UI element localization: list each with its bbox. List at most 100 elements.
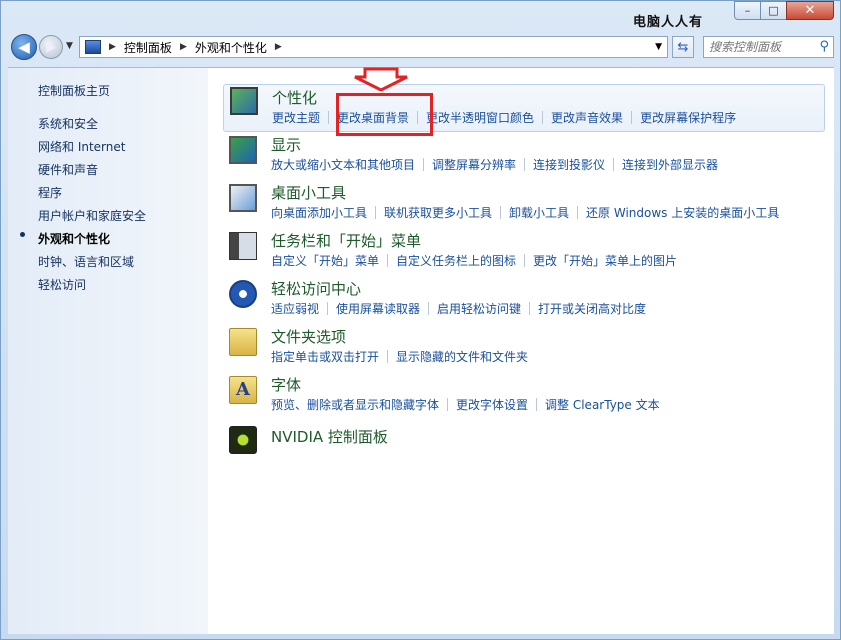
control-panel-icon <box>85 40 101 54</box>
link-divider <box>529 302 531 315</box>
category-title[interactable]: 任务栏和「开始」菜单 <box>271 230 421 251</box>
category-ease-of-access: 轻松访问中心 适应弱视 使用屏幕读取器 启用轻松访问键 打开或关闭高对比度 <box>223 278 823 322</box>
ease-of-access-icon <box>229 280 257 308</box>
category-nvidia: NVIDIA 控制面板 <box>223 424 823 456</box>
link-taskbar-icons[interactable]: 自定义任务栏上的图标 <box>396 252 516 269</box>
back-button[interactable]: ◀ <box>11 34 37 60</box>
category-title[interactable]: 显示 <box>271 134 301 155</box>
link-divider <box>387 254 389 267</box>
link-show-hidden-files[interactable]: 显示隐藏的文件和文件夹 <box>396 348 528 365</box>
taskbar-icon <box>229 232 257 260</box>
maximize-icon: □ <box>768 4 779 17</box>
annotation-arrow <box>354 67 408 91</box>
breadcrumb-appearance[interactable]: 外观和个性化 <box>195 39 267 56</box>
sidebar-item-system-security[interactable]: 系统和安全 <box>38 115 98 132</box>
display-icon <box>229 136 257 164</box>
breadcrumb-separator-icon[interactable]: ▶ <box>180 42 187 52</box>
link-divider <box>536 398 538 411</box>
sidebar-item-clock-language[interactable]: 时钟、语言和区域 <box>38 253 134 270</box>
link-high-contrast[interactable]: 打开或关闭高对比度 <box>538 300 646 317</box>
link-window-color[interactable]: 更改半透明窗口颜色 <box>426 109 534 126</box>
sidebar-item-ease-of-access[interactable]: 轻松访问 <box>38 276 86 293</box>
category-personalization: 个性化 更改主题 更改桌面背景 更改半透明窗口颜色 更改声音效果 更改屏幕保护程… <box>223 84 825 132</box>
link-projector[interactable]: 连接到投影仪 <box>533 156 605 173</box>
annotation-highlight-box <box>336 93 433 136</box>
sidebar-item-hardware-sound[interactable]: 硬件和声音 <box>38 161 98 178</box>
control-panel-window: 电脑人人有 – □ ✕ ◀ ▶ ▼ ▶ 控制面板 ▶ 外观和个性化 ▶ ▼ ⇆ … <box>0 0 841 640</box>
link-divider <box>613 158 615 171</box>
breadcrumb-control-panel[interactable]: 控制面板 <box>124 39 172 56</box>
close-button[interactable]: ✕ <box>786 1 834 20</box>
link-start-menu-picture[interactable]: 更改「开始」菜单上的图片 <box>533 252 677 269</box>
minimize-icon: – <box>744 4 751 17</box>
link-add-gadgets[interactable]: 向桌面添加小工具 <box>271 204 367 221</box>
close-icon: ✕ <box>804 3 816 18</box>
main-panel: 个性化 更改主题 更改桌面背景 更改半透明窗口颜色 更改声音效果 更改屏幕保护程… <box>208 67 834 634</box>
link-divider <box>500 206 502 219</box>
forward-button[interactable]: ▶ <box>39 35 63 59</box>
category-title[interactable]: NVIDIA 控制面板 <box>271 426 388 447</box>
history-dropdown-icon[interactable]: ▼ <box>66 41 73 51</box>
category-title[interactable]: 轻松访问中心 <box>271 278 361 299</box>
link-uninstall-gadget[interactable]: 卸载小工具 <box>509 204 569 221</box>
address-bar[interactable]: ▶ 控制面板 ▶ 外观和个性化 ▶ ▼ <box>79 36 668 58</box>
link-preview-fonts[interactable]: 预览、删除或者显示和隐藏字体 <box>271 396 439 413</box>
link-get-more-gadgets[interactable]: 联机获取更多小工具 <box>384 204 492 221</box>
search-input[interactable] <box>704 37 817 57</box>
left-navigation: 控制面板主页 系统和安全 网络和 Internet 硬件和声音 程序 用户帐户和… <box>8 68 208 634</box>
link-external-display[interactable]: 连接到外部显示器 <box>622 156 718 173</box>
search-box[interactable]: ⚲ <box>703 36 834 58</box>
sidebar-item-appearance[interactable]: 外观和个性化 <box>38 230 110 247</box>
category-fonts: A 字体 预览、删除或者显示和隐藏字体 更改字体设置 调整 ClearType … <box>223 374 823 418</box>
sidebar-item-programs[interactable]: 程序 <box>38 184 62 201</box>
link-restore-gadgets[interactable]: 还原 Windows 上安装的桌面小工具 <box>586 204 779 221</box>
link-divider <box>327 302 329 315</box>
category-title[interactable]: 桌面小工具 <box>271 182 346 203</box>
gadgets-icon <box>229 184 257 212</box>
link-screen-reader[interactable]: 使用屏幕读取器 <box>336 300 420 317</box>
link-divider <box>542 111 544 124</box>
link-single-double-click[interactable]: 指定单击或双击打开 <box>271 348 379 365</box>
link-screen-saver[interactable]: 更改屏幕保护程序 <box>640 109 736 126</box>
link-divider <box>375 206 377 219</box>
link-divider <box>447 398 449 411</box>
link-divider <box>524 158 526 171</box>
sidebar-item-network[interactable]: 网络和 Internet <box>38 138 125 155</box>
personalization-icon <box>230 87 258 115</box>
link-ease-keys[interactable]: 启用轻松访问键 <box>437 300 521 317</box>
link-change-theme[interactable]: 更改主题 <box>272 109 320 126</box>
link-divider <box>423 158 425 171</box>
category-title[interactable]: 文件夹选项 <box>271 326 346 347</box>
link-screen-resolution[interactable]: 调整屏幕分辨率 <box>432 156 516 173</box>
forward-arrow-icon: ▶ <box>46 39 56 55</box>
link-text-size[interactable]: 放大或缩小文本和其他项目 <box>271 156 415 173</box>
refresh-button[interactable]: ⇆ <box>672 36 694 58</box>
sidebar-item-home[interactable]: 控制面板主页 <box>38 82 110 99</box>
link-cleartype[interactable]: 调整 ClearType 文本 <box>545 396 660 413</box>
address-dropdown-icon[interactable]: ▼ <box>655 42 662 52</box>
search-icon[interactable]: ⚲ <box>819 39 829 54</box>
breadcrumb-separator-icon[interactable]: ▶ <box>275 42 282 52</box>
maximize-button[interactable]: □ <box>760 1 787 20</box>
breadcrumb-separator-icon[interactable]: ▶ <box>109 42 116 52</box>
link-divider <box>577 206 579 219</box>
category-display: 显示 放大或缩小文本和其他项目 调整屏幕分辨率 连接到投影仪 连接到外部显示器 <box>223 134 823 178</box>
link-customize-start-menu[interactable]: 自定义「开始」菜单 <box>271 252 379 269</box>
sidebar-item-user-accounts[interactable]: 用户帐户和家庭安全 <box>38 207 146 224</box>
minimize-button[interactable]: – <box>734 1 761 20</box>
link-divider <box>524 254 526 267</box>
current-item-bullet <box>20 232 25 237</box>
link-low-vision[interactable]: 适应弱视 <box>271 300 319 317</box>
nvidia-icon <box>229 426 257 454</box>
link-font-settings[interactable]: 更改字体设置 <box>456 396 528 413</box>
category-title[interactable]: 个性化 <box>272 87 317 108</box>
link-sound-effects[interactable]: 更改声音效果 <box>551 109 623 126</box>
content-area: 控制面板主页 系统和安全 网络和 Internet 硬件和声音 程序 用户帐户和… <box>8 67 834 634</box>
category-gadgets: 桌面小工具 向桌面添加小工具 联机获取更多小工具 卸载小工具 还原 Window… <box>223 182 823 226</box>
back-arrow-icon: ◀ <box>18 38 30 56</box>
folder-options-icon <box>229 328 257 356</box>
category-title[interactable]: 字体 <box>271 374 301 395</box>
link-divider <box>428 302 430 315</box>
watermark-text: 电脑人人有 <box>633 15 704 30</box>
fonts-icon: A <box>229 376 257 404</box>
